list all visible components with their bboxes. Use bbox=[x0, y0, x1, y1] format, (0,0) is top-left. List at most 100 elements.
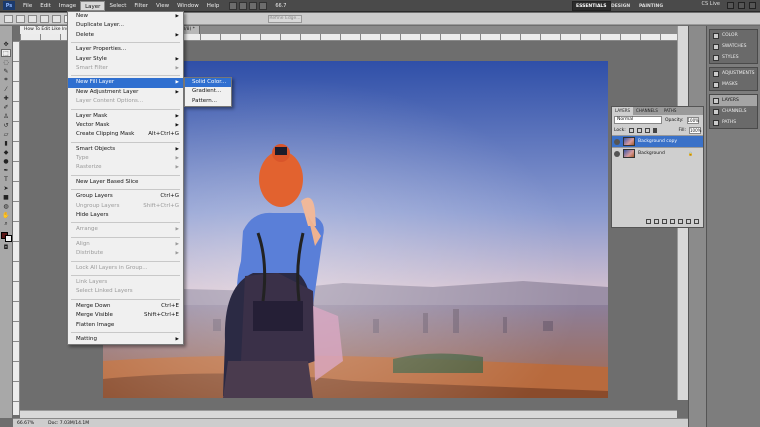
menu-item-solid-color[interactable]: Solid Color... bbox=[185, 78, 231, 88]
maximize-button[interactable] bbox=[738, 2, 745, 9]
menu-item-layer-mask[interactable]: Layer Mask ▶ bbox=[68, 112, 183, 121]
layer-row[interactable]: Background 🔒 bbox=[612, 147, 703, 159]
status-zoom[interactable]: 66.67% bbox=[17, 421, 34, 426]
healing-brush-icon[interactable]: ✚ bbox=[1, 94, 11, 102]
menu-item-duplicate-layer[interactable]: Duplicate Layer... bbox=[68, 21, 183, 30]
menu-item-hide-layers[interactable]: Hide Layers bbox=[68, 211, 183, 220]
hand-tool-icon[interactable] bbox=[249, 1, 258, 10]
menu-edit[interactable]: Edit bbox=[36, 1, 55, 11]
menu-item-layer-style[interactable]: Layer Style ▶ bbox=[68, 55, 183, 64]
tab-paths[interactable]: PATHS bbox=[661, 107, 680, 115]
quick-mask-icon[interactable]: ◘ bbox=[1, 243, 11, 251]
zoom-tool-icon[interactable]: ⌕ bbox=[1, 220, 11, 228]
blur-tool-icon[interactable]: ◆ bbox=[1, 148, 11, 156]
intersect-selection-icon[interactable] bbox=[52, 14, 61, 23]
menu-item-type[interactable]: Type ▶ bbox=[68, 154, 183, 163]
visibility-eye-icon[interactable] bbox=[614, 138, 620, 145]
lock-position-icon[interactable] bbox=[644, 127, 650, 133]
menu-item-vector-mask[interactable]: Vector Mask ▶ bbox=[68, 121, 183, 130]
menu-window[interactable]: Window bbox=[173, 1, 203, 11]
menu-item-select-linked-layers[interactable]: Select Linked Layers bbox=[68, 287, 183, 296]
3d-rotate-icon[interactable]: ◍ bbox=[1, 202, 11, 210]
dock-item-masks[interactable]: MASKS bbox=[710, 79, 757, 90]
new-layer-icon[interactable] bbox=[686, 219, 691, 224]
brush-tool-icon[interactable]: ✐ bbox=[1, 103, 11, 111]
lock-image-icon[interactable] bbox=[636, 127, 642, 133]
cs-live-button[interactable]: CS Live bbox=[702, 1, 720, 7]
launch-bridge-icon[interactable] bbox=[229, 1, 238, 10]
menu-item-new[interactable]: New ▶ bbox=[68, 12, 183, 21]
workspace-essentials[interactable]: ESSENTIALS bbox=[572, 1, 611, 11]
visibility-eye-icon[interactable] bbox=[614, 150, 620, 157]
menu-item-flatten-image[interactable]: Flatten Image bbox=[68, 321, 183, 330]
eyedropper-tool-icon[interactable]: ⁄ bbox=[1, 85, 11, 93]
menu-item-merge-visible[interactable]: Merge Visible Shift+Ctrl+E bbox=[68, 311, 183, 320]
menu-item-layer-properties[interactable]: Layer Properties... bbox=[68, 45, 183, 54]
close-button[interactable] bbox=[749, 2, 756, 9]
dock-item-paths[interactable]: PATHS bbox=[710, 117, 757, 128]
dock-item-color[interactable]: COLOR bbox=[710, 30, 757, 41]
type-tool-icon[interactable]: T bbox=[1, 175, 11, 183]
add-to-selection-icon[interactable] bbox=[28, 14, 37, 23]
opacity-field[interactable]: 100% bbox=[686, 116, 699, 124]
tab-active-document[interactable]: How To Edit Like Ins bbox=[20, 26, 74, 34]
menu-item-new-adjustment-layer[interactable]: New Adjustment Layer ▶ bbox=[68, 88, 183, 97]
menu-help[interactable]: Help bbox=[203, 1, 224, 11]
blend-mode-select[interactable]: Normal bbox=[614, 116, 662, 124]
layer-row[interactable]: Background copy bbox=[612, 135, 703, 147]
tab-layers[interactable]: LAYERS bbox=[612, 107, 634, 115]
shape-tool-icon[interactable]: ■ bbox=[1, 193, 11, 201]
link-layers-icon[interactable] bbox=[646, 219, 651, 224]
crop-tool-icon[interactable]: ⌗ bbox=[1, 76, 11, 84]
menu-item-distribute[interactable]: Distribute ▶ bbox=[68, 249, 183, 258]
menu-image[interactable]: Image bbox=[55, 1, 80, 11]
menu-item-arrange[interactable]: Arrange ▶ bbox=[68, 225, 183, 234]
pen-tool-icon[interactable]: ✒ bbox=[1, 166, 11, 174]
menu-item-smart-filter[interactable]: Smart Filter ▶ bbox=[68, 64, 183, 73]
menu-select[interactable]: Select bbox=[105, 1, 130, 11]
lock-transparent-icon[interactable] bbox=[628, 127, 634, 133]
subtract-selection-icon[interactable] bbox=[40, 14, 49, 23]
layer-style-icon[interactable] bbox=[654, 219, 659, 224]
refine-edge-button[interactable]: Refine Edge... bbox=[268, 15, 302, 23]
gradient-tool-icon[interactable]: ▮ bbox=[1, 139, 11, 147]
menu-item-gradient[interactable]: Gradient... bbox=[185, 87, 231, 96]
menu-item-lock-all-layers-in-group[interactable]: Lock All Layers in Group... bbox=[68, 264, 183, 273]
menu-item-pattern[interactable]: Pattern... bbox=[185, 97, 231, 106]
marquee-tool-icon[interactable]: ⬚ bbox=[1, 49, 11, 57]
menu-item-smart-objects[interactable]: Smart Objects ▶ bbox=[68, 145, 183, 154]
quick-select-tool-icon[interactable]: ✎ bbox=[1, 67, 11, 75]
minimize-button[interactable] bbox=[727, 2, 734, 9]
dock-item-swatches[interactable]: SWATCHES bbox=[710, 41, 757, 52]
new-group-icon[interactable] bbox=[678, 219, 683, 224]
launch-minibridge-icon[interactable] bbox=[239, 1, 248, 10]
menu-filter[interactable]: Filter bbox=[130, 1, 152, 11]
canvas-horizontal-scrollbar[interactable] bbox=[20, 410, 677, 418]
menu-item-layer-content-options[interactable]: Layer Content Options... bbox=[68, 97, 183, 106]
menu-item-ungroup-layers[interactable]: Ungroup Layers Shift+Ctrl+G bbox=[68, 202, 183, 211]
new-selection-icon[interactable] bbox=[16, 14, 25, 23]
menu-item-create-clipping-mask[interactable]: Create Clipping Mask Alt+Ctrl+G bbox=[68, 130, 183, 139]
marquee-tool-preset-icon[interactable] bbox=[4, 14, 13, 23]
menu-item-group-layers[interactable]: Group Layers Ctrl+G bbox=[68, 192, 183, 201]
delete-layer-icon[interactable] bbox=[694, 219, 699, 224]
move-tool-icon[interactable]: ✥ bbox=[1, 40, 11, 48]
menu-item-rasterize[interactable]: Rasterize ▶ bbox=[68, 163, 183, 172]
color-swatches[interactable] bbox=[0, 232, 12, 242]
dock-item-channels[interactable]: CHANNELS bbox=[710, 106, 757, 117]
dock-item-styles[interactable]: STYLES bbox=[710, 52, 757, 63]
lock-all-icon[interactable] bbox=[652, 127, 658, 133]
tab-channels[interactable]: CHANNELS bbox=[633, 107, 661, 115]
menu-file[interactable]: File bbox=[19, 1, 36, 11]
lasso-tool-icon[interactable]: ◌ bbox=[1, 58, 11, 66]
add-mask-icon[interactable] bbox=[662, 219, 667, 224]
hand-tool-icon[interactable]: ✋ bbox=[1, 211, 11, 219]
workspace-painting[interactable]: PAINTING bbox=[639, 1, 663, 11]
history-brush-icon[interactable]: ↺ bbox=[1, 121, 11, 129]
zoom-tool-icon[interactable] bbox=[259, 1, 268, 10]
menu-item-link-layers[interactable]: Link Layers bbox=[68, 278, 183, 287]
background-color-swatch[interactable] bbox=[4, 235, 12, 242]
menu-item-merge-down[interactable]: Merge Down Ctrl+E bbox=[68, 302, 183, 311]
adjustment-layer-icon[interactable] bbox=[670, 219, 675, 224]
menu-item-new-layer-based-slice[interactable]: New Layer Based Slice bbox=[68, 178, 183, 187]
